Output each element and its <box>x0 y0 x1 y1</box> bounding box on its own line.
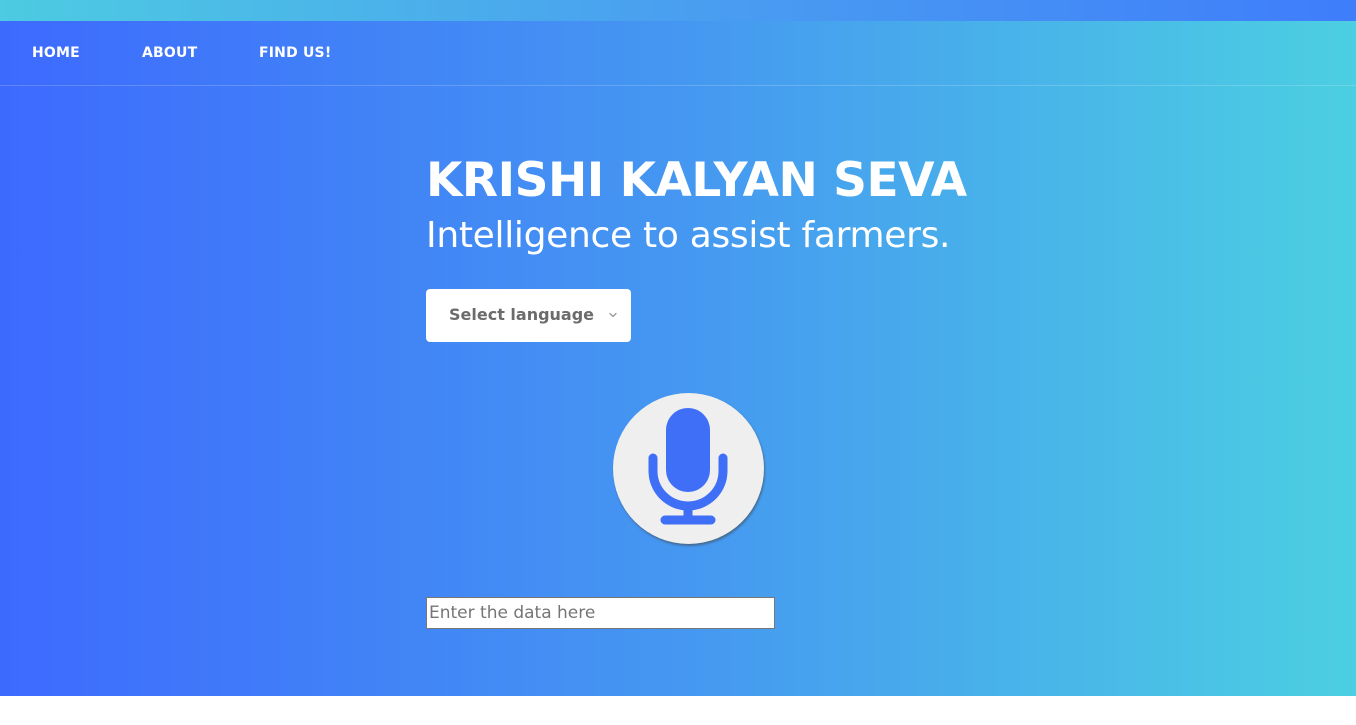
microphone-button[interactable] <box>613 393 764 544</box>
page-subtitle: Intelligence to assist farmers. <box>426 215 951 256</box>
microphone-icon <box>648 408 728 525</box>
language-select-value: Select language <box>449 305 595 324</box>
nav-find-us-link[interactable]: FIND US! <box>259 45 331 61</box>
hero-section: HOME ABOUT FIND US! KRISHI KALYAN SEVA I… <box>0 21 1356 696</box>
page-title: KRISHI KALYAN SEVA <box>426 153 967 208</box>
data-input[interactable] <box>426 597 775 629</box>
navbar: HOME ABOUT FIND US! <box>0 21 1356 86</box>
chevron-down-icon <box>609 312 617 318</box>
language-select[interactable]: Select language <box>426 289 631 342</box>
top-strip <box>0 0 1356 21</box>
nav-home-link[interactable]: HOME <box>32 45 80 61</box>
nav-about-link[interactable]: ABOUT <box>142 45 197 61</box>
